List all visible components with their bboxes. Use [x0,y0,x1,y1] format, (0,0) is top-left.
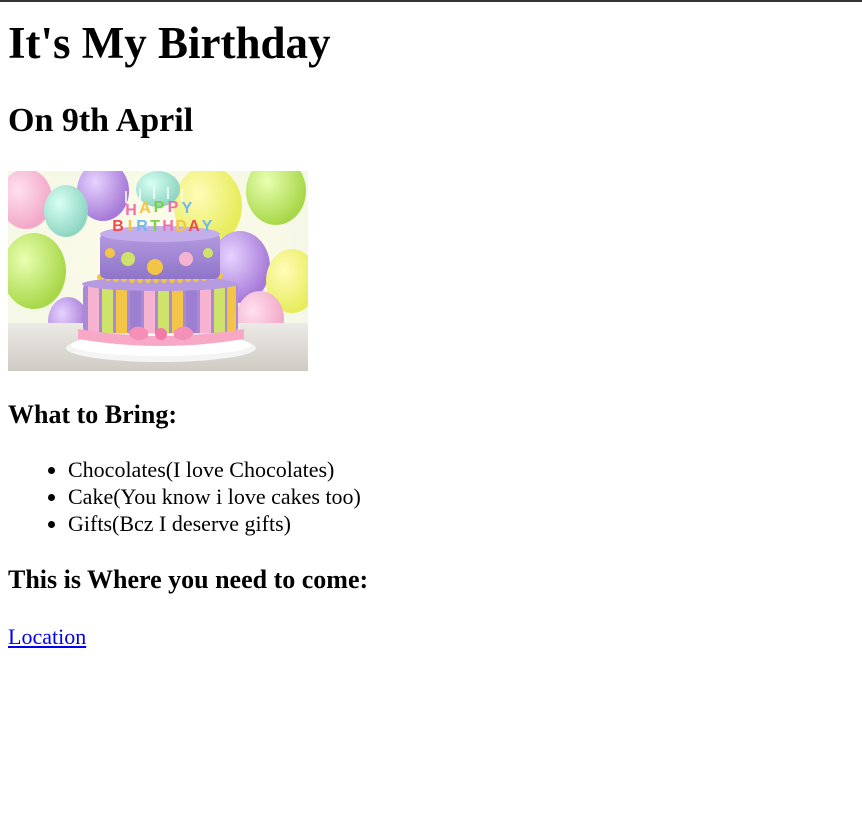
svg-text:P: P [154,199,165,216]
location-link[interactable]: Location [8,623,86,650]
svg-text:B: B [112,218,124,235]
what-to-bring-heading: What to Bring: [8,400,177,429]
list-item: Cake(You know i love cakes too) [68,483,854,510]
svg-text:I: I [128,218,132,235]
svg-text:A: A [188,218,200,235]
svg-text:H: H [162,218,174,235]
svg-text:R: R [136,218,148,235]
list-item: Gifts(Bcz I deserve gifts) [68,510,854,537]
svg-text:T: T [150,218,160,235]
where-to-come-heading: This is Where you need to come: [8,565,369,594]
svg-text:D: D [175,218,187,235]
svg-text:P: P [168,199,179,216]
list-item: Chocolates(I love Chocolates) [68,456,854,483]
birthday-cake-image: H A P P Y B I R T H D A Y [8,171,308,371]
svg-text:Y: Y [182,200,193,217]
page-subtitle: On 9th April [8,102,194,139]
page-content: It's My Birthday On 9th April H A P P Y … [0,13,862,650]
svg-text:A: A [139,200,151,217]
bring-list: Chocolates(I love Chocolates) Cake(You k… [8,456,854,537]
page-title: It's My Birthday [8,18,331,68]
svg-text:Y: Y [202,218,213,235]
svg-text:H: H [125,202,137,219]
